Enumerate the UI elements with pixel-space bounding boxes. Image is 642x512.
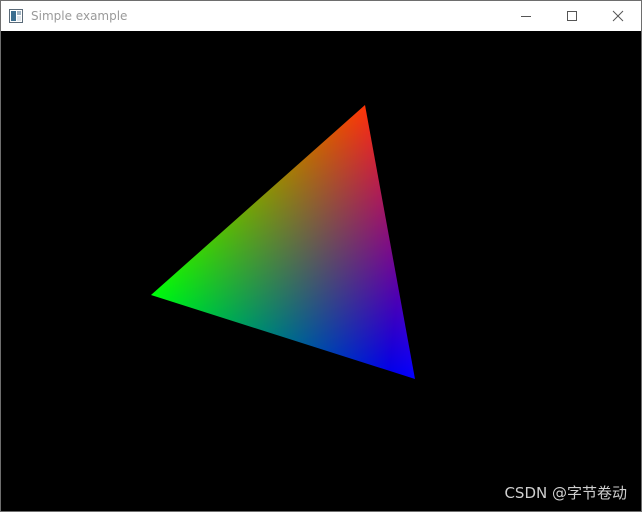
- maximize-button[interactable]: [549, 1, 595, 31]
- close-button[interactable]: [595, 1, 641, 31]
- window-title: Simple example: [31, 9, 128, 23]
- close-icon: [612, 10, 624, 22]
- title-bar[interactable]: Simple example: [1, 1, 641, 31]
- app-icon: [9, 9, 23, 23]
- scene-svg: [151, 105, 415, 379]
- minimize-button[interactable]: [503, 1, 549, 31]
- app-window: Simple example CSDN @字节卷动: [0, 0, 642, 512]
- rgb-triangle: [151, 105, 415, 379]
- render-canvas[interactable]: [1, 31, 641, 511]
- maximize-icon: [567, 11, 577, 21]
- watermark-text: CSDN @字节卷动: [504, 484, 627, 502]
- minimize-icon: [521, 16, 531, 17]
